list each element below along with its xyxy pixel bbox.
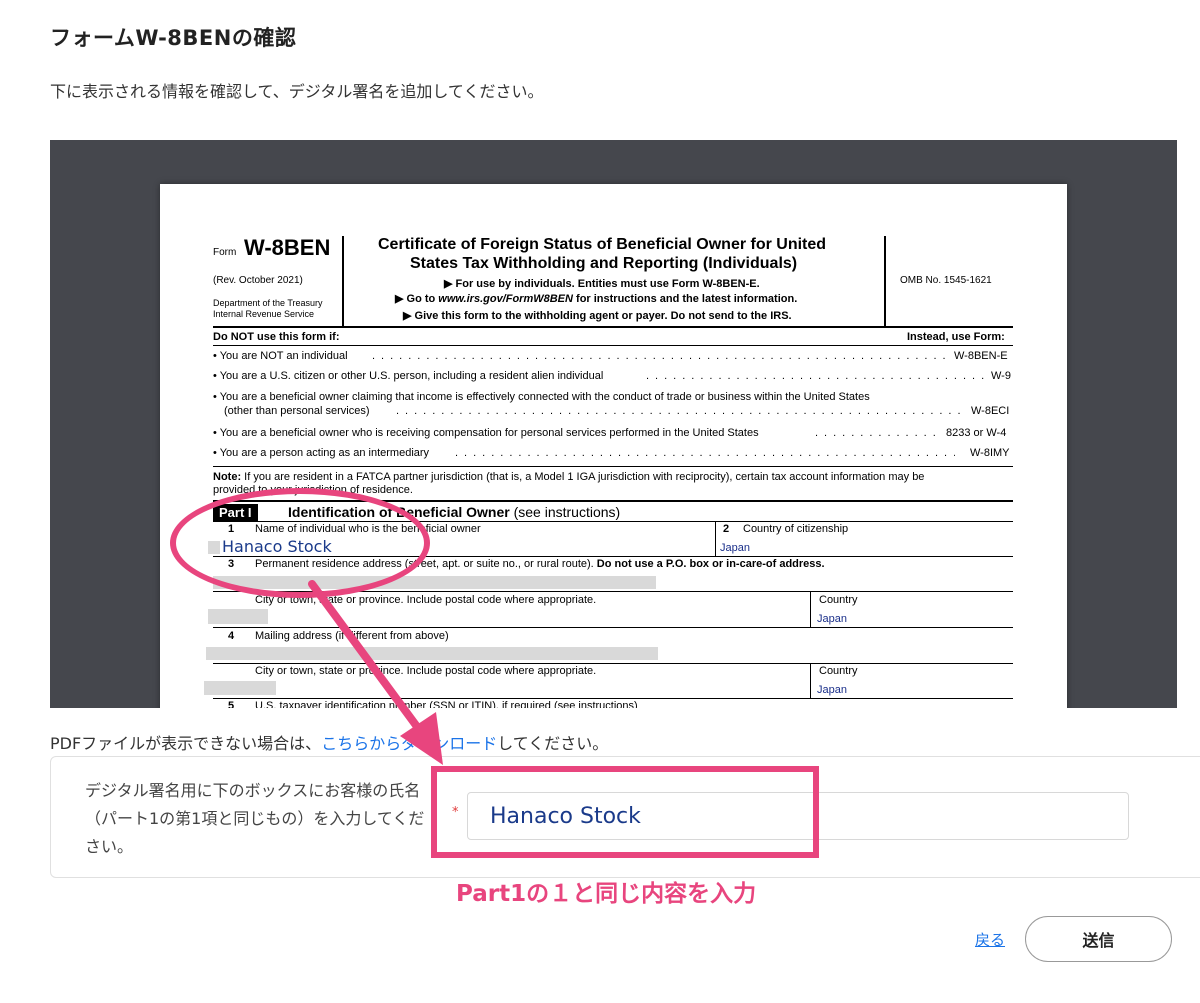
line2-label: Country of citizenship xyxy=(743,523,849,535)
page-subtitle: 下に表示される情報を確認して、デジタル署名を追加してください。 xyxy=(50,82,544,101)
country-value: Japan xyxy=(817,684,847,696)
line5-number: 5 xyxy=(228,700,235,708)
citizenship-value: Japan xyxy=(720,542,750,554)
bullet-form: W-8IMY xyxy=(970,447,1010,459)
pdf-note-suffix: してください。 xyxy=(497,734,609,753)
bullet-item: • You are a person acting as an intermed… xyxy=(213,447,430,459)
form-revision: (Rev. October 2021) xyxy=(213,275,303,286)
form-label: Form xyxy=(213,247,237,258)
do-not-use-heading: Do NOT use this form if: xyxy=(213,331,340,343)
back-link[interactable]: 戻る xyxy=(975,929,1005,950)
line4-label: Mailing address (if different from above… xyxy=(255,630,449,642)
bullet-form: W-8ECI xyxy=(971,405,1010,417)
line4-number: 4 xyxy=(228,630,235,642)
bullet-item: • You are a U.S. citizen or other U.S. p… xyxy=(213,370,604,382)
download-link[interactable]: こちらからダウンロード xyxy=(321,734,497,753)
bullet-item: • You are a beneficial owner claiming th… xyxy=(213,391,870,403)
dept-line2: Internal Revenue Service xyxy=(213,309,315,319)
country-value: Japan xyxy=(817,613,847,625)
page-title: フォームW-8BENの確認 xyxy=(50,26,297,50)
instruction-2: ▶ Go to www.irs.gov/FormW8BEN for instru… xyxy=(395,293,798,305)
signature-label: デジタル署名用に下のボックスにお客様の氏名（パート1の第1項と同じもの）を入力し… xyxy=(85,781,425,856)
dept-line1: Department of the Treasury xyxy=(213,298,323,308)
pdf-page: Form W-8BEN (Rev. October 2021) Departme… xyxy=(160,184,1067,708)
country-label: Country xyxy=(819,594,858,606)
pdf-note-prefix: PDFファイルが表示できない場合は、 xyxy=(50,734,322,753)
annotation-circle xyxy=(170,488,430,598)
instruction-3: ▶ Give this form to the withholding agen… xyxy=(403,310,792,322)
bullet-form: W-9 xyxy=(991,370,1011,382)
pdf-viewer[interactable]: Form W-8BEN (Rev. October 2021) Departme… xyxy=(50,140,1177,708)
annotation-text: Part1の１と同じ内容を入力 xyxy=(456,881,757,907)
bullet-item: • You are NOT an individual xyxy=(213,350,348,362)
bullet-item-cont: (other than personal services) xyxy=(224,405,370,417)
bullet-item: • You are a beneficial owner who is rece… xyxy=(213,427,759,439)
instruction-1: ▶ For use by individuals. Entities must … xyxy=(444,278,760,290)
cert-title-line1: Certificate of Foreign Status of Benefic… xyxy=(378,236,827,253)
line5-label: U.S. taxpayer identification number (SSN… xyxy=(255,700,638,708)
instead-use-heading: Instead, use Form: xyxy=(907,331,1005,343)
submit-button[interactable]: 送信 xyxy=(1025,916,1172,962)
bullet-form: W-8BEN-E xyxy=(954,350,1008,362)
annotation-rectangle xyxy=(431,766,819,858)
country-label: Country xyxy=(819,665,858,677)
cert-title-line2: States Tax Withholding and Reporting (In… xyxy=(410,255,798,272)
bullet-form: 8233 or W-4 xyxy=(946,427,1007,439)
fatca-note: Note: If you are resident in a FATCA par… xyxy=(213,471,925,483)
omb-number: OMB No. 1545-1621 xyxy=(900,275,992,286)
city-label: City or town, state or province. Include… xyxy=(255,665,597,677)
pdf-download-note: PDFファイルが表示できない場合は、こちらからダウンロードしてください。 xyxy=(50,730,608,754)
line2-number: 2 xyxy=(723,523,730,535)
form-number: W-8BEN xyxy=(244,235,331,260)
